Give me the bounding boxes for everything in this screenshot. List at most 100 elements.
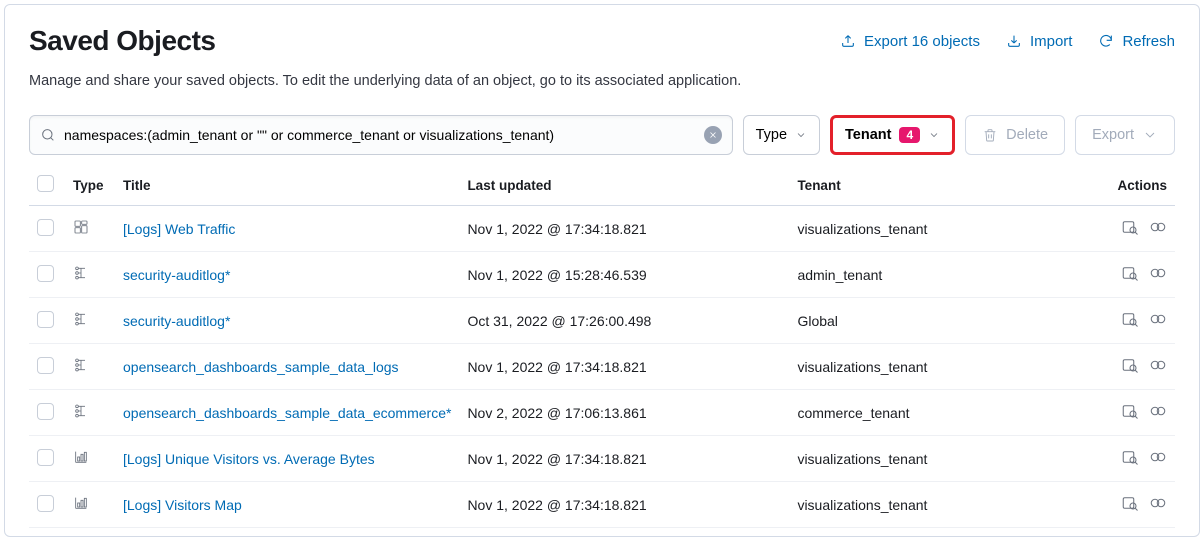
inspect-icon [1121, 310, 1139, 328]
relationships-button[interactable] [1149, 218, 1167, 239]
objects-table: Type Title Last updated Tenant Actions [… [29, 167, 1175, 528]
search-icon [40, 127, 56, 143]
row-checkbox[interactable] [37, 357, 54, 374]
object-title-link[interactable]: [Logs] Web Traffic [123, 221, 235, 237]
index-pattern-icon [73, 403, 89, 419]
inspect-button[interactable] [1121, 402, 1139, 423]
last-updated-cell: Nov 1, 2022 @ 17:34:18.821 [459, 436, 789, 482]
object-title-link[interactable]: [Logs] Visitors Map [123, 497, 242, 513]
object-title-link[interactable]: security-auditlog* [123, 267, 230, 283]
page-title: Saved Objects [29, 25, 215, 57]
export-label: Export [1092, 127, 1134, 143]
inspect-button[interactable] [1121, 494, 1139, 515]
delete-button[interactable]: Delete [965, 115, 1065, 155]
object-title-link[interactable]: security-auditlog* [123, 313, 230, 329]
chevron-down-icon [1142, 127, 1158, 143]
inspect-icon [1121, 264, 1139, 282]
tenant-count-badge: 4 [899, 127, 920, 143]
import-icon [1006, 33, 1022, 49]
index-pattern-icon [73, 265, 89, 281]
page-subtitle: Manage and share your saved objects. To … [29, 73, 1175, 89]
export-all-button[interactable]: Export 16 objects [840, 33, 980, 50]
tenant-cell: visualizations_tenant [789, 436, 1095, 482]
inspect-button[interactable] [1121, 448, 1139, 469]
inspect-icon [1121, 218, 1139, 236]
row-checkbox[interactable] [37, 449, 54, 466]
row-checkbox[interactable] [37, 495, 54, 512]
relationships-button[interactable] [1149, 264, 1167, 285]
last-updated-cell: Nov 1, 2022 @ 17:34:18.821 [459, 344, 789, 390]
export-selection-button[interactable]: Export [1075, 115, 1175, 155]
object-title-link[interactable]: opensearch_dashboards_sample_data_logs [123, 359, 399, 375]
tenant-cell: commerce_tenant [789, 390, 1095, 436]
search-box[interactable] [29, 115, 733, 155]
inspect-icon [1121, 448, 1139, 466]
chevron-down-icon [928, 129, 940, 141]
table-row: [Logs] Web TrafficNov 1, 2022 @ 17:34:18… [29, 206, 1175, 252]
export-all-label: Export 16 objects [864, 33, 980, 50]
type-filter[interactable]: Type [743, 115, 820, 155]
relationships-icon [1149, 356, 1167, 374]
col-title[interactable]: Title [115, 167, 459, 206]
header-actions: Export 16 objects Import Refresh [840, 33, 1175, 50]
col-updated[interactable]: Last updated [459, 167, 789, 206]
table-row: security-auditlog* Oct 31, 2022 @ 17:26:0… [29, 298, 1175, 344]
row-checkbox[interactable] [37, 219, 54, 236]
search-input[interactable] [56, 127, 704, 143]
import-button[interactable]: Import [1006, 33, 1073, 50]
export-icon [840, 33, 856, 49]
tenant-cell: Global [789, 298, 1095, 344]
index-pattern-icon [73, 357, 89, 373]
inspect-icon [1121, 494, 1139, 512]
col-type[interactable]: Type [65, 167, 115, 206]
tenant-cell: visualizations_tenant [789, 206, 1095, 252]
relationships-button[interactable] [1149, 310, 1167, 331]
last-updated-cell: Nov 2, 2022 @ 17:06:13.861 [459, 390, 789, 436]
object-title-link[interactable]: [Logs] Unique Visitors vs. Average Bytes [123, 451, 375, 467]
last-updated-cell: Nov 1, 2022 @ 15:28:46.539 [459, 252, 789, 298]
tenant-filter[interactable]: Tenant 4 [830, 115, 955, 155]
refresh-label: Refresh [1122, 33, 1175, 50]
relationships-icon [1149, 264, 1167, 282]
page-header: Saved Objects Export 16 objects Import R… [29, 25, 1175, 57]
chevron-down-icon [795, 129, 807, 141]
table-row: [Logs] Visitors Map Nov 1, 2022 @ 17:34:1… [29, 482, 1175, 528]
relationships-button[interactable] [1149, 402, 1167, 423]
saved-objects-panel: Saved Objects Export 16 objects Import R… [4, 4, 1200, 537]
relationships-icon [1149, 218, 1167, 236]
relationships-button[interactable] [1149, 494, 1167, 515]
refresh-button[interactable]: Refresh [1098, 33, 1175, 50]
row-checkbox[interactable] [37, 311, 54, 328]
object-title-link[interactable]: opensearch_dashboards_sample_data_ecomme… [123, 405, 451, 421]
tenant-filter-label: Tenant [845, 127, 891, 143]
clear-search-button[interactable] [704, 126, 722, 144]
table-header-row: Type Title Last updated Tenant Actions [29, 167, 1175, 206]
table-row: opensearch_dashboards_sample_data_ecomme… [29, 390, 1175, 436]
dashboard-icon [73, 219, 89, 235]
relationships-button[interactable] [1149, 356, 1167, 377]
delete-label: Delete [1006, 127, 1048, 143]
toolbar: Type Tenant 4 Delete Export [29, 115, 1175, 155]
row-checkbox[interactable] [37, 403, 54, 420]
col-actions: Actions [1095, 167, 1175, 206]
inspect-button[interactable] [1121, 356, 1139, 377]
relationships-icon [1149, 310, 1167, 328]
select-all-checkbox[interactable] [37, 175, 54, 192]
inspect-icon [1121, 402, 1139, 420]
table-row: security-auditlog* Nov 1, 2022 @ 15:28:46… [29, 252, 1175, 298]
last-updated-cell: Nov 1, 2022 @ 17:34:18.821 [459, 482, 789, 528]
tenant-cell: visualizations_tenant [789, 344, 1095, 390]
inspect-button[interactable] [1121, 264, 1139, 285]
index-pattern-icon [73, 311, 89, 327]
relationships-icon [1149, 448, 1167, 466]
import-label: Import [1030, 33, 1073, 50]
trash-icon [982, 127, 998, 143]
inspect-button[interactable] [1121, 218, 1139, 239]
row-checkbox[interactable] [37, 265, 54, 282]
inspect-button[interactable] [1121, 310, 1139, 331]
tenant-cell: admin_tenant [789, 252, 1095, 298]
refresh-icon [1098, 33, 1114, 49]
relationships-button[interactable] [1149, 448, 1167, 469]
last-updated-cell: Oct 31, 2022 @ 17:26:00.498 [459, 298, 789, 344]
col-tenant[interactable]: Tenant [789, 167, 1095, 206]
